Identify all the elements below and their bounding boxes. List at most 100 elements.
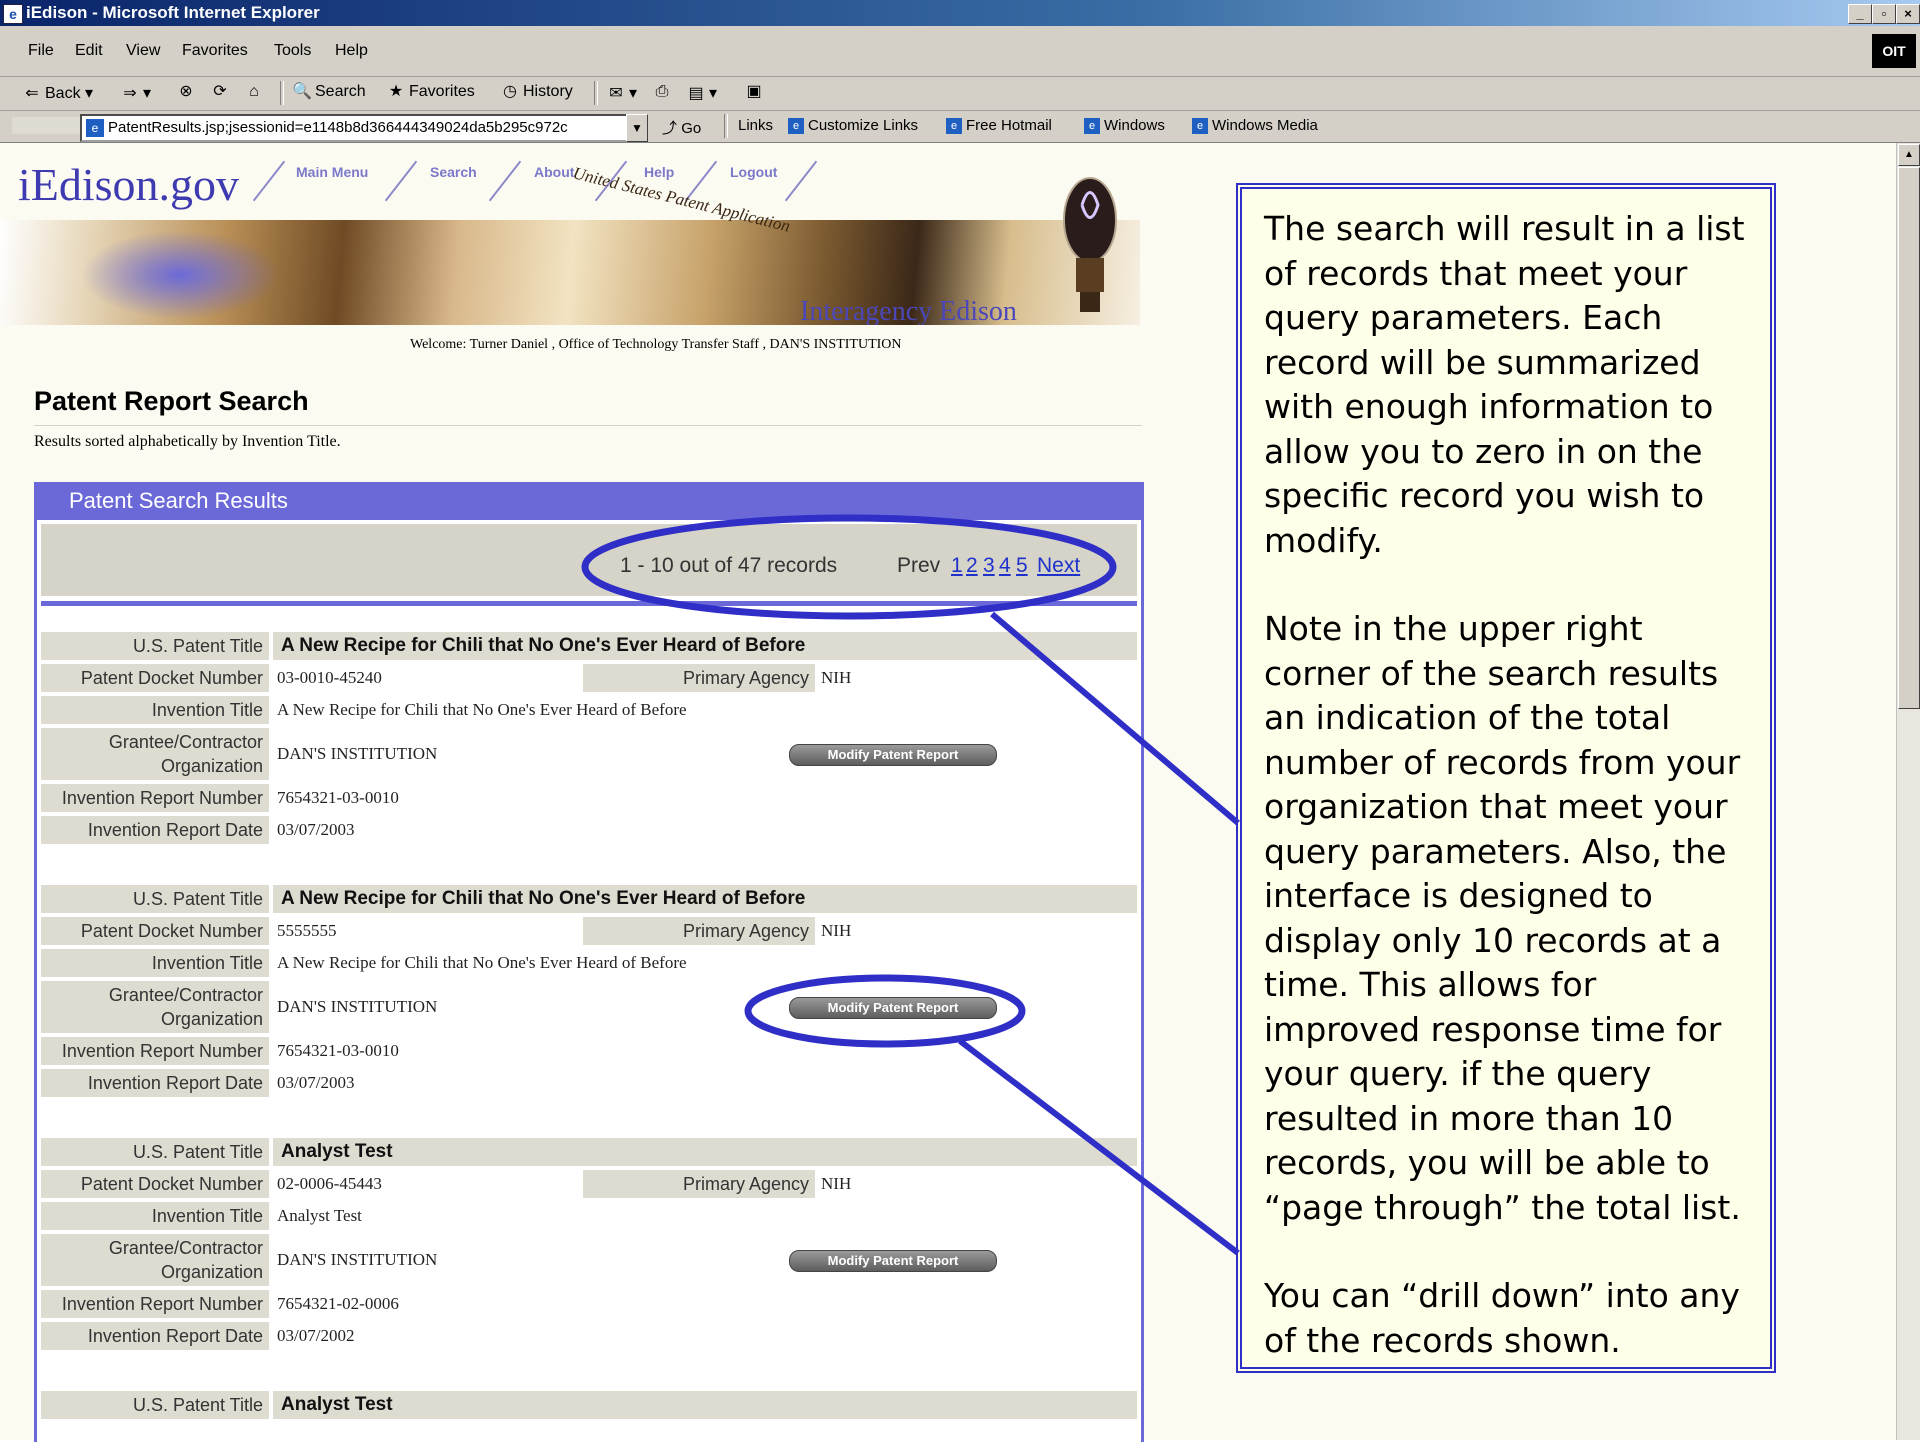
table-row: Grantee/Contractor Organization DAN'S INS… xyxy=(41,981,1137,1033)
table-row: U.S. Patent Title Analyst Test xyxy=(41,1391,1137,1419)
address-bar: Address ePatentResults.jsp;jsessionid=e1… xyxy=(0,111,1920,143)
ie-icon: e xyxy=(946,118,962,135)
grantee-organization: DAN'S INSTITUTION xyxy=(277,744,438,763)
nav-search[interactable]: Search xyxy=(430,164,477,180)
field-label-line: Grantee/Contractor xyxy=(108,985,263,1005)
back-button[interactable]: ⇐ Back ▾ xyxy=(22,83,93,103)
field-label-line: Organization xyxy=(160,1262,263,1282)
callout-paragraph: You can “drill down” into any of the rec… xyxy=(1264,1276,1740,1360)
nav-divider xyxy=(784,160,818,202)
address-dropdown-button[interactable]: ▼ xyxy=(626,114,648,142)
home-icon: ⌂ xyxy=(249,83,259,100)
grantee-organization: DAN'S INSTITUTION xyxy=(277,1250,438,1269)
table-row: Invention Title A New Recipe for Chili t… xyxy=(41,949,1137,977)
field-label-line: Organization xyxy=(160,756,263,776)
history-button[interactable]: ◷ History xyxy=(500,83,573,101)
nav-divider xyxy=(252,160,286,202)
search-button[interactable]: 🔍 Search xyxy=(292,83,366,101)
favorites-label: Favorites xyxy=(409,83,475,101)
field-label: Invention Report Date xyxy=(41,1322,269,1350)
toolbar-separator xyxy=(280,81,284,105)
nav-help[interactable]: Help xyxy=(644,164,674,180)
results-header: Patent Search Results xyxy=(37,482,1141,520)
nav-divider xyxy=(384,160,418,202)
print-button[interactable]: ⎙ xyxy=(652,83,675,101)
field-label-line: Organization xyxy=(160,1009,263,1029)
home-button[interactable]: ⌂ xyxy=(244,83,267,101)
refresh-button[interactable]: ⟳ xyxy=(210,83,233,101)
edit-button[interactable]: ▤ ▾ xyxy=(686,83,717,103)
forward-button[interactable]: ⇒ ▾ xyxy=(120,83,151,103)
field-label: Invention Report Date xyxy=(41,816,269,844)
invention-report-number: 7654321-03-0010 xyxy=(277,1041,399,1060)
pager-bar: 1 - 10 out of 47 records Prev 1 2 3 4 5 … xyxy=(41,524,1137,606)
mail-button[interactable]: ✉ ▾ xyxy=(606,83,637,103)
favorites-button[interactable]: ★ Favorites xyxy=(386,83,475,101)
field-label: Invention Title xyxy=(41,696,269,724)
links-label[interactable]: Links xyxy=(738,117,773,134)
pager-page-4[interactable]: 4 xyxy=(999,554,1011,578)
menu-help[interactable]: Help xyxy=(335,42,368,60)
site-logo[interactable]: iEdison.gov xyxy=(18,158,239,211)
discuss-button[interactable]: ▣ xyxy=(744,83,767,101)
annotation-callout: The search will result in a list of reco… xyxy=(1236,183,1776,1373)
history-icon: ◷ xyxy=(503,83,517,100)
pager-page-1[interactable]: 1 xyxy=(951,554,963,578)
stop-button[interactable]: ⊗ xyxy=(176,83,199,101)
menu-bar: File Edit View Favorites Tools Help OIT xyxy=(0,26,1920,77)
table-row: U.S. Patent Title Analyst Test xyxy=(41,1138,1137,1166)
field-label: U.S. Patent Title xyxy=(41,1391,269,1419)
address-input[interactable]: e PatentResults.jsp;jsessionid=e1148b8d36… xyxy=(80,114,648,142)
link-customize-links[interactable]: e Customize Links xyxy=(788,117,919,135)
oit-badge: OIT xyxy=(1872,34,1916,68)
field-label: Primary Agency xyxy=(583,917,815,945)
close-button[interactable]: × xyxy=(1896,4,1920,24)
table-row: Invention Report Number 7654321-02-0006 xyxy=(41,1290,1137,1318)
scroll-thumb[interactable] xyxy=(1898,167,1920,709)
restore-button[interactable]: ▫ xyxy=(1872,4,1896,24)
ie-icon: e xyxy=(1192,118,1208,135)
nav-main-menu[interactable]: Main Menu xyxy=(296,164,368,180)
pager-next[interactable]: Next xyxy=(1037,554,1080,578)
invention-title: A New Recipe for Chili that No One's Eve… xyxy=(277,953,687,972)
nav-about[interactable]: About xyxy=(534,164,574,180)
minimize-button[interactable]: _ xyxy=(1848,4,1872,24)
lightbulb-icon xyxy=(1063,177,1117,312)
field-label: Invention Title xyxy=(41,1202,269,1230)
field-label: Patent Docket Number xyxy=(41,664,269,692)
sort-note: Results sorted alphabetically by Inventi… xyxy=(34,433,341,450)
invention-report-date: 03/07/2002 xyxy=(277,1326,355,1345)
pager-page-3[interactable]: 3 xyxy=(983,554,995,578)
ie-icon: e xyxy=(3,4,23,24)
pager-page-2[interactable]: 2 xyxy=(966,554,978,578)
banner-tagline: Interagency Edison xyxy=(800,296,1017,325)
pager-page-5[interactable]: 5 xyxy=(1016,554,1028,578)
pager-prev: Prev xyxy=(897,554,941,577)
vertical-scrollbar[interactable]: ▲ xyxy=(1896,143,1920,1440)
invention-title: A New Recipe for Chili that No One's Eve… xyxy=(277,700,687,719)
page-title: Patent Report Search xyxy=(34,386,309,416)
menu-file[interactable]: File xyxy=(28,42,54,60)
link-label: Customize Links xyxy=(808,117,919,134)
modify-patent-report-button[interactable]: Modify Patent Report xyxy=(789,1250,997,1272)
welcome-text: Welcome: Turner Daniel , Office of Techn… xyxy=(410,337,902,352)
field-label: Primary Agency xyxy=(583,1170,815,1198)
nav-logout[interactable]: Logout xyxy=(730,164,777,180)
field-label: Grantee/Contractor Organization xyxy=(41,728,269,780)
scroll-up-arrow-icon[interactable]: ▲ xyxy=(1898,144,1920,166)
docket-number: 03-0010-45240 xyxy=(277,668,382,687)
link-windows-media[interactable]: e Windows Media xyxy=(1192,117,1318,135)
menu-tools[interactable]: Tools xyxy=(274,42,311,60)
table-row: Patent Docket Number 03-0010-45240 Prima… xyxy=(41,664,1137,692)
modify-patent-report-button[interactable]: Modify Patent Report xyxy=(789,744,997,766)
page-icon: e xyxy=(86,119,104,138)
go-button[interactable]: ⤴ Go xyxy=(662,117,701,138)
link-windows[interactable]: e Windows xyxy=(1084,117,1165,135)
menu-view[interactable]: View xyxy=(126,42,160,60)
modify-patent-report-button[interactable]: Modify Patent Report xyxy=(789,997,997,1019)
back-arrow-icon: ⇐ xyxy=(25,84,39,102)
site-banner: iEdison.gov Main Menu Search About Help … xyxy=(0,150,1140,325)
menu-edit[interactable]: Edit xyxy=(75,42,103,60)
menu-favorites[interactable]: Favorites xyxy=(182,42,248,60)
link-free-hotmail[interactable]: e Free Hotmail xyxy=(946,117,1052,135)
